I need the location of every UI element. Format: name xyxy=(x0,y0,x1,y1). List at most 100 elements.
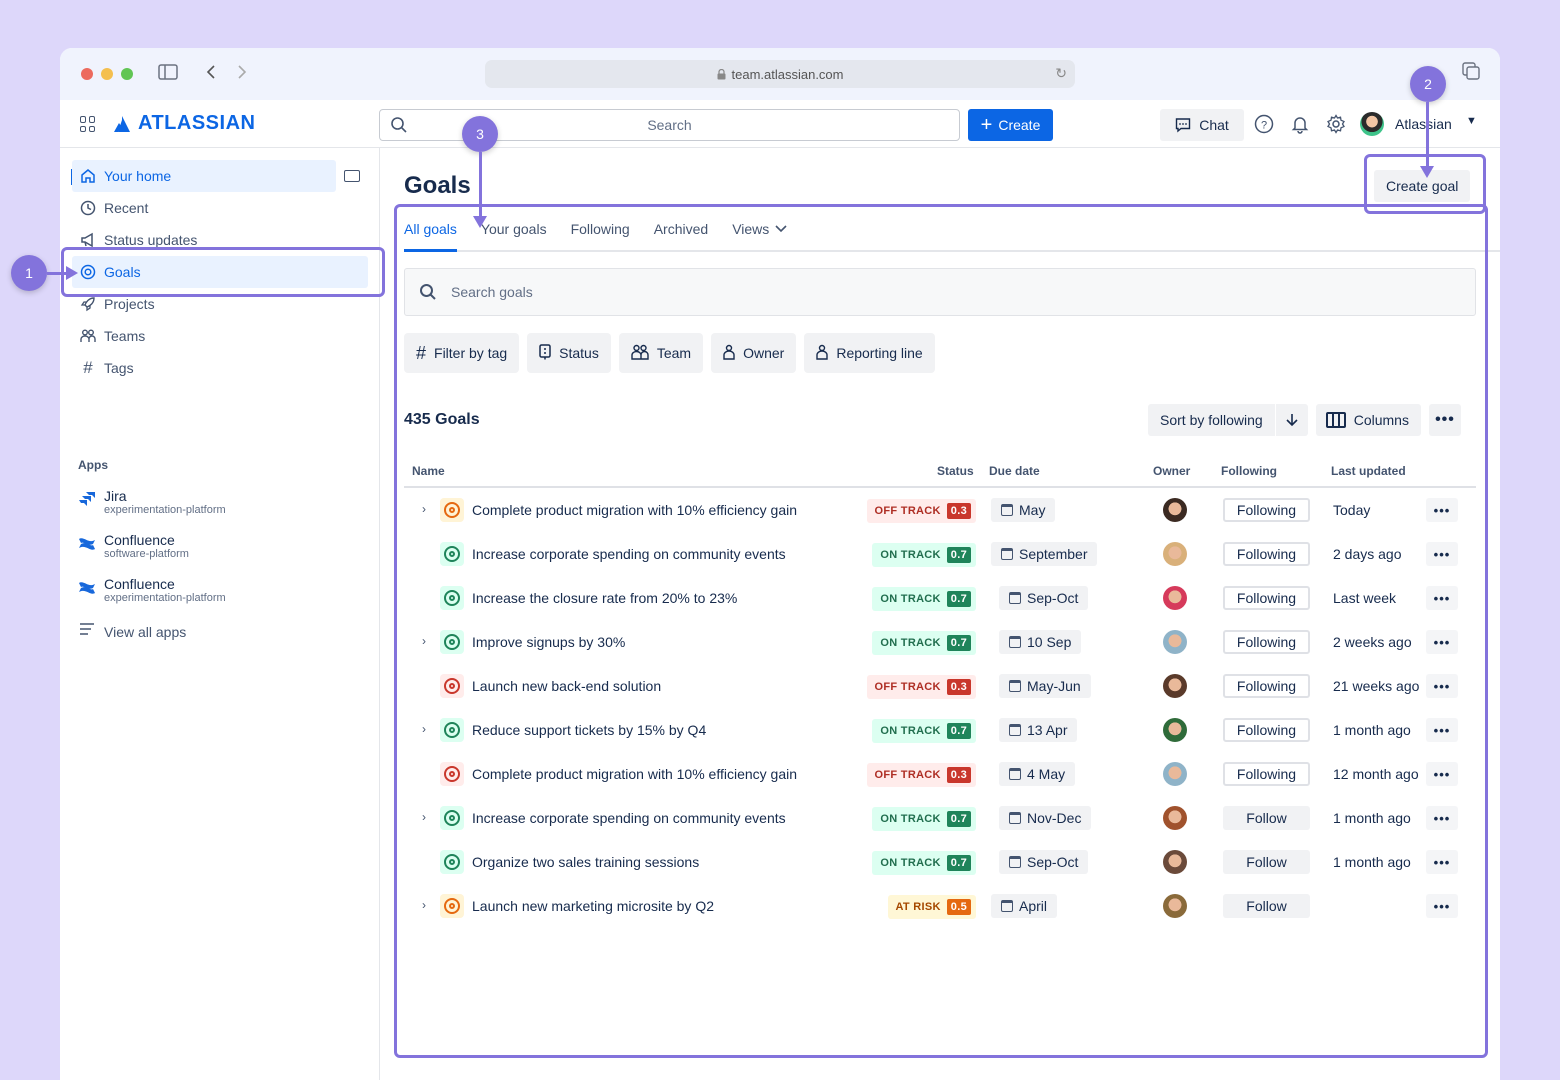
column-header-owner[interactable]: Owner xyxy=(1153,464,1190,478)
follow-button[interactable]: Follow xyxy=(1223,806,1310,830)
owner-avatar[interactable] xyxy=(1163,630,1187,654)
row-more-actions-button[interactable]: ••• xyxy=(1426,542,1458,566)
user-name[interactable]: Atlassian xyxy=(1395,116,1452,132)
expand-chevron-icon[interactable]: › xyxy=(422,722,426,736)
expand-chevron-icon[interactable]: › xyxy=(422,898,426,912)
row-more-actions-button[interactable]: ••• xyxy=(1426,498,1458,522)
table-row[interactable]: Increase the closure rate from 20% to 23… xyxy=(404,576,1476,620)
filter-team-button[interactable]: Team xyxy=(618,333,704,373)
row-more-actions-button[interactable]: ••• xyxy=(1426,894,1458,918)
app-switcher-icon[interactable] xyxy=(80,116,96,132)
row-more-actions-button[interactable]: ••• xyxy=(1426,762,1458,786)
due-date-lozenge[interactable]: May-Jun xyxy=(999,674,1091,698)
view-all-apps-link[interactable]: View all apps xyxy=(78,620,186,643)
sort-direction-arrow-icon[interactable] xyxy=(1274,404,1308,436)
due-date-lozenge[interactable]: Sep-Oct xyxy=(999,586,1089,610)
goal-name-link[interactable]: Organize two sales training sessions xyxy=(472,854,699,870)
follow-button[interactable]: Follow xyxy=(1223,894,1310,918)
tab-following[interactable]: Following xyxy=(571,208,630,250)
due-date-lozenge[interactable]: Nov-Dec xyxy=(999,806,1092,830)
sidebar-item-teams[interactable]: Teams xyxy=(72,320,336,352)
row-more-actions-button[interactable]: ••• xyxy=(1426,718,1458,742)
sidebar-item-projects[interactable]: Projects xyxy=(72,288,336,320)
row-more-actions-button[interactable]: ••• xyxy=(1426,674,1458,698)
expand-chevron-icon[interactable]: › xyxy=(422,634,426,648)
tab-all-goals[interactable]: All goals xyxy=(404,208,457,252)
owner-avatar[interactable] xyxy=(1163,674,1187,698)
goal-name-link[interactable]: Launch new marketing microsite by Q2 xyxy=(472,898,714,914)
follow-button[interactable]: Following xyxy=(1223,674,1310,698)
minimize-window-button[interactable] xyxy=(101,68,113,80)
owner-avatar[interactable] xyxy=(1163,586,1187,610)
goal-name-link[interactable]: Increase the closure rate from 20% to 23… xyxy=(472,590,737,606)
settings-gear-icon[interactable] xyxy=(1326,114,1346,134)
due-date-lozenge[interactable]: April xyxy=(991,894,1058,918)
filter-reporting-line-button[interactable]: Reporting line xyxy=(804,333,935,373)
goal-name-link[interactable]: Increase corporate spending on community… xyxy=(472,546,786,562)
table-row[interactable]: › Improve signups by 30% ON TRACK 0.7 10 Sep… xyxy=(404,620,1476,664)
column-header-due-date[interactable]: Due date xyxy=(989,464,1040,478)
maximize-window-button[interactable] xyxy=(121,68,133,80)
tab-your-goals[interactable]: Your goals xyxy=(481,208,547,250)
chat-button[interactable]: Chat xyxy=(1160,109,1244,141)
tab-archived[interactable]: Archived xyxy=(654,208,708,250)
more-options-button[interactable]: ••• xyxy=(1428,404,1461,436)
table-row[interactable]: › Reduce support tickets by 15% by Q4 ON T… xyxy=(404,708,1476,752)
sort-by-button[interactable]: Sort by following xyxy=(1148,412,1275,428)
column-header-last-updated[interactable]: Last updated xyxy=(1331,464,1406,478)
app-confluence-experimentation[interactable]: Confluence experimentation-platform xyxy=(78,576,226,604)
create-button[interactable]: + Create xyxy=(968,109,1053,141)
follow-button[interactable]: Following xyxy=(1223,498,1310,522)
close-window-button[interactable] xyxy=(81,68,93,80)
owner-avatar[interactable] xyxy=(1163,542,1187,566)
owner-avatar[interactable] xyxy=(1163,718,1187,742)
columns-button[interactable]: Columns xyxy=(1315,404,1421,436)
expand-chevron-icon[interactable]: › xyxy=(422,810,426,824)
user-avatar[interactable] xyxy=(1360,112,1384,136)
table-row[interactable]: › Complete product migration with 10% eff… xyxy=(404,488,1476,532)
due-date-lozenge[interactable]: May xyxy=(991,498,1056,522)
due-date-lozenge[interactable]: 10 Sep xyxy=(999,630,1082,654)
table-row[interactable]: Increase corporate spending on community… xyxy=(404,532,1476,576)
column-header-status[interactable]: Status xyxy=(937,464,974,478)
table-row[interactable]: › Launch new marketing microsite by Q2 AT … xyxy=(404,884,1476,928)
forward-icon[interactable] xyxy=(236,62,248,86)
due-date-lozenge[interactable]: 4 May xyxy=(999,762,1076,786)
goal-name-link[interactable]: Increase corporate spending on community… xyxy=(472,810,786,826)
filter-by-tag-button[interactable]: # Filter by tag xyxy=(404,333,520,373)
table-row[interactable]: Launch new back-end solution OFF TRACK 0.3… xyxy=(404,664,1476,708)
row-more-actions-button[interactable]: ••• xyxy=(1426,850,1458,874)
row-more-actions-button[interactable]: ••• xyxy=(1426,806,1458,830)
goal-name-link[interactable]: Improve signups by 30% xyxy=(472,634,625,650)
sidebar-item-recent[interactable]: Recent xyxy=(72,192,336,224)
due-date-lozenge[interactable]: 13 Apr xyxy=(999,718,1078,742)
follow-button[interactable]: Following xyxy=(1223,586,1310,610)
column-header-name[interactable]: Name xyxy=(412,464,445,478)
help-icon[interactable]: ? xyxy=(1254,114,1274,134)
atlassian-logo[interactable]: ATLASSIAN xyxy=(112,112,255,135)
sidebar-item-your-home[interactable]: Your home xyxy=(72,160,336,192)
sidebar-item-status-updates[interactable]: Status updates xyxy=(72,224,336,256)
reload-icon[interactable]: ↻ xyxy=(1055,65,1067,82)
tab-views[interactable]: Views xyxy=(732,208,787,250)
filter-owner-button[interactable]: Owner xyxy=(711,333,797,373)
filter-status-button[interactable]: Status xyxy=(527,333,611,373)
url-bar[interactable]: team.atlassian.com ↻ xyxy=(485,60,1075,88)
tabs-icon[interactable] xyxy=(1462,62,1480,86)
row-more-actions-button[interactable]: ••• xyxy=(1426,586,1458,610)
notifications-bell-icon[interactable] xyxy=(1290,114,1310,134)
chevron-down-icon[interactable]: ▼ xyxy=(1466,115,1477,127)
goal-name-link[interactable]: Reduce support tickets by 15% by Q4 xyxy=(472,722,706,738)
table-row[interactable]: Complete product migration with 10% effi… xyxy=(404,752,1476,796)
follow-button[interactable]: Following xyxy=(1223,542,1310,566)
table-row[interactable]: › Increase corporate spending on communit… xyxy=(404,796,1476,840)
owner-avatar[interactable] xyxy=(1163,894,1187,918)
due-date-lozenge[interactable]: Sep-Oct xyxy=(999,850,1089,874)
follow-button[interactable]: Follow xyxy=(1223,850,1310,874)
sidebar-item-goals[interactable]: Goals xyxy=(72,256,368,288)
back-icon[interactable] xyxy=(205,62,217,86)
app-jira[interactable]: Jira experimentation-platform xyxy=(78,488,226,516)
sidebar-item-tags[interactable]: # Tags xyxy=(72,352,336,384)
column-header-following[interactable]: Following xyxy=(1221,464,1277,478)
follow-button[interactable]: Following xyxy=(1223,630,1310,654)
